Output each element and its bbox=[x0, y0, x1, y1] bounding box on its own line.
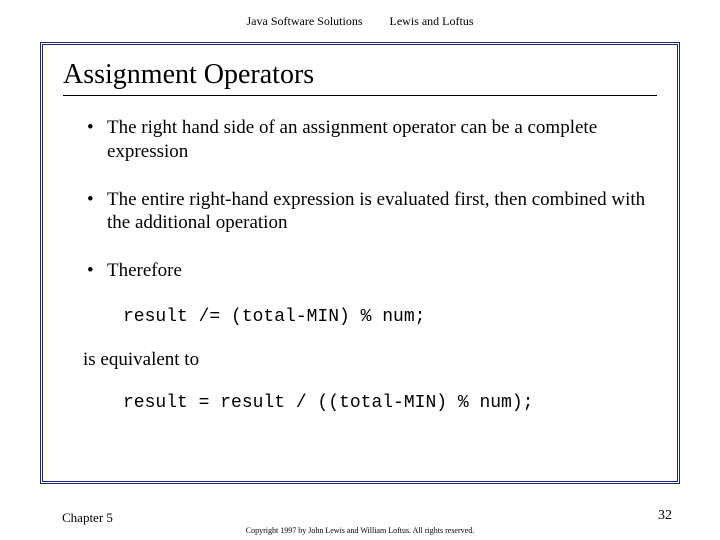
equivalence-text: is equivalent to bbox=[83, 349, 657, 371]
slide-page: Java Software Solutions Lewis and Loftus… bbox=[0, 0, 720, 540]
header-authors: Lewis and Loftus bbox=[390, 14, 474, 29]
bullet-list: The right hand side of an assignment ope… bbox=[63, 116, 657, 283]
content-frame: Assignment Operators The right hand side… bbox=[40, 42, 680, 484]
bullet-item: The entire right-hand expression is eval… bbox=[91, 188, 657, 236]
footer-page-number: 32 bbox=[658, 508, 672, 524]
code-example-2: result = result / ((total-MIN) % num); bbox=[123, 393, 657, 413]
footer-copyright: Copyright 1997 by John Lewis and William… bbox=[0, 526, 720, 535]
code-example-1: result /= (total-MIN) % num; bbox=[123, 307, 657, 327]
title-rule bbox=[63, 95, 657, 96]
page-header: Java Software Solutions Lewis and Loftus bbox=[0, 14, 720, 29]
slide-title: Assignment Operators bbox=[63, 59, 657, 91]
header-book-title: Java Software Solutions bbox=[247, 14, 363, 29]
bullet-item: The right hand side of an assignment ope… bbox=[91, 116, 657, 164]
footer-chapter: Chapter 5 bbox=[62, 510, 113, 526]
bullet-item: Therefore bbox=[91, 259, 657, 283]
